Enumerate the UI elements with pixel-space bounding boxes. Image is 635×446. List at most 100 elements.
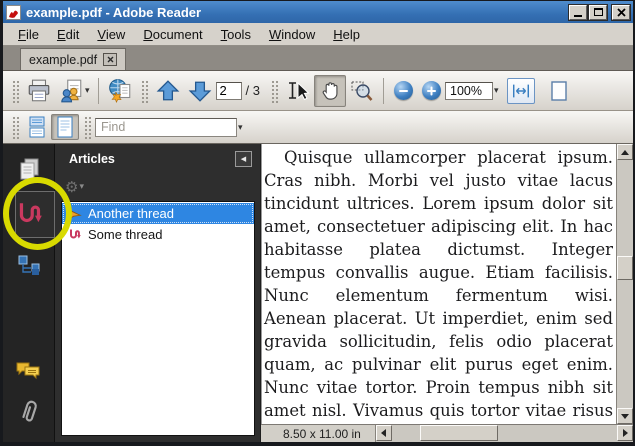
- pages-icon: [16, 156, 42, 184]
- triangle-right-icon: [623, 429, 628, 437]
- options-gear-button[interactable]: ⚙: [65, 178, 78, 196]
- fit-page-button[interactable]: [545, 78, 573, 104]
- close-button[interactable]: [612, 5, 630, 20]
- collaborate-icon: [58, 78, 84, 104]
- titlebar[interactable]: example.pdf - Adobe Reader: [3, 1, 633, 23]
- find-dropdown-caret-icon[interactable]: ▾: [238, 122, 243, 133]
- globe-document-icon: [107, 78, 133, 104]
- window-body: example.pdf - Adobe Reader File Edit Vie…: [3, 1, 633, 442]
- document-page[interactable]: Quisque ullamcorper placerat ipsum. Cras…: [261, 144, 633, 424]
- tab-example-pdf[interactable]: example.pdf: [20, 48, 126, 70]
- options-caret-icon[interactable]: ▾: [79, 181, 84, 192]
- horizontal-scroll-thumb[interactable]: [420, 425, 498, 441]
- toolbar-grip[interactable]: [11, 115, 19, 139]
- menu-window[interactable]: Window: [260, 25, 324, 44]
- menubar: File Edit View Document Tools Window Hel…: [3, 23, 633, 46]
- page-size-label: 8.50 x 11.00 in: [261, 427, 375, 441]
- thread-arrow-icon: [67, 206, 82, 221]
- tab-bar: example.pdf: [3, 46, 633, 71]
- window-controls: [567, 5, 630, 20]
- single-page-mode-button[interactable]: [51, 114, 79, 140]
- minimize-button[interactable]: [569, 5, 587, 20]
- horizontal-scrollbar[interactable]: [375, 425, 633, 442]
- hand-tool-icon: [319, 79, 342, 102]
- vertical-scrollbar[interactable]: [616, 144, 633, 424]
- close-icon: [617, 8, 626, 17]
- pdf-app-icon: [6, 5, 21, 20]
- print-button[interactable]: [23, 75, 55, 107]
- printer-icon: [26, 78, 52, 104]
- menu-edit[interactable]: Edit: [48, 25, 88, 44]
- zoom-level-select[interactable]: 100%: [445, 82, 493, 100]
- comments-panel-button[interactable]: [3, 359, 55, 383]
- toolbar-grip[interactable]: [270, 79, 278, 103]
- next-page-button[interactable]: [184, 75, 216, 107]
- zoom-out-button[interactable]: [389, 78, 417, 104]
- close-icon: [107, 56, 114, 63]
- marquee-zoom-button[interactable]: [346, 75, 378, 107]
- collapse-panel-button[interactable]: ◀: [235, 151, 252, 167]
- triangle-up-icon: [621, 150, 629, 155]
- page-total-label: / 3: [246, 83, 260, 98]
- collapse-left-icon: ◀: [241, 155, 246, 163]
- menu-file[interactable]: File: [9, 25, 48, 44]
- menu-tools[interactable]: Tools: [212, 25, 260, 44]
- dropdown-caret-icon: ▾: [85, 85, 90, 96]
- pages-panel-button[interactable]: [3, 156, 55, 184]
- arrow-down-icon: [188, 79, 212, 103]
- share-document-button[interactable]: ▾: [55, 75, 93, 107]
- layers-panel-button[interactable]: [3, 254, 55, 276]
- find-input[interactable]: [95, 118, 237, 137]
- paperclip-icon: [16, 397, 42, 427]
- menu-document[interactable]: Document: [134, 25, 211, 44]
- zoom-level-value: 100%: [450, 84, 482, 98]
- fit-page-icon: [549, 80, 569, 102]
- zoom-in-button[interactable]: [417, 78, 445, 104]
- scroll-left-button[interactable]: [376, 425, 392, 441]
- arrow-up-icon: [156, 79, 180, 103]
- fit-width-button[interactable]: [507, 78, 535, 104]
- scrolling-mode-button[interactable]: [23, 114, 51, 140]
- maximize-button[interactable]: [589, 5, 607, 20]
- page-number-input[interactable]: [216, 82, 242, 100]
- list-item-another-thread[interactable]: Another thread: [62, 203, 254, 224]
- minimize-icon: [574, 15, 582, 17]
- articles-panel-button[interactable]: [3, 200, 55, 228]
- scroll-up-button[interactable]: [617, 144, 633, 160]
- app-window: example.pdf - Adobe Reader File Edit Vie…: [0, 0, 635, 446]
- articles-panel: Articles ◀ ⚙ ▾ Another thread: [55, 144, 260, 442]
- zoom-in-icon: [422, 81, 441, 100]
- attachments-panel-button[interactable]: [3, 397, 55, 427]
- single-page-icon: [56, 116, 74, 138]
- toolbar-grip[interactable]: [83, 115, 91, 139]
- marquee-zoom-icon: [350, 79, 374, 103]
- select-tool-icon: [286, 79, 310, 103]
- vertical-scroll-thumb[interactable]: [617, 256, 633, 280]
- zoom-dropdown-caret-icon[interactable]: ▾: [494, 85, 499, 96]
- scroll-right-button[interactable]: [617, 425, 633, 441]
- layers-icon: [18, 254, 40, 276]
- comments-icon: [15, 359, 43, 383]
- list-item-some-thread[interactable]: Some thread: [62, 224, 254, 245]
- navigation-panel-strip: [3, 144, 55, 442]
- triangle-down-icon: [621, 414, 629, 419]
- previous-page-button[interactable]: [152, 75, 184, 107]
- hand-tool-button[interactable]: [314, 75, 346, 107]
- scroll-down-button[interactable]: [617, 408, 633, 424]
- panel-title: Articles: [69, 152, 235, 166]
- window-title: example.pdf - Adobe Reader: [26, 5, 567, 20]
- articles-icon: [15, 200, 43, 228]
- select-tool-button[interactable]: [282, 75, 314, 107]
- toolbar-grip[interactable]: [140, 79, 148, 103]
- tab-label: example.pdf: [29, 53, 97, 67]
- menu-help[interactable]: Help: [324, 25, 369, 44]
- tab-close-button[interactable]: [103, 53, 117, 66]
- list-item-label: Another thread: [88, 206, 174, 221]
- maximize-icon: [594, 8, 603, 16]
- main-area: Articles ◀ ⚙ ▾ Another thread: [3, 144, 633, 442]
- toolbar-separator: [383, 78, 384, 104]
- list-item-label: Some thread: [88, 227, 162, 242]
- menu-view[interactable]: View: [88, 25, 134, 44]
- toolbar-grip[interactable]: [11, 79, 19, 103]
- upload-document-button[interactable]: [104, 75, 136, 107]
